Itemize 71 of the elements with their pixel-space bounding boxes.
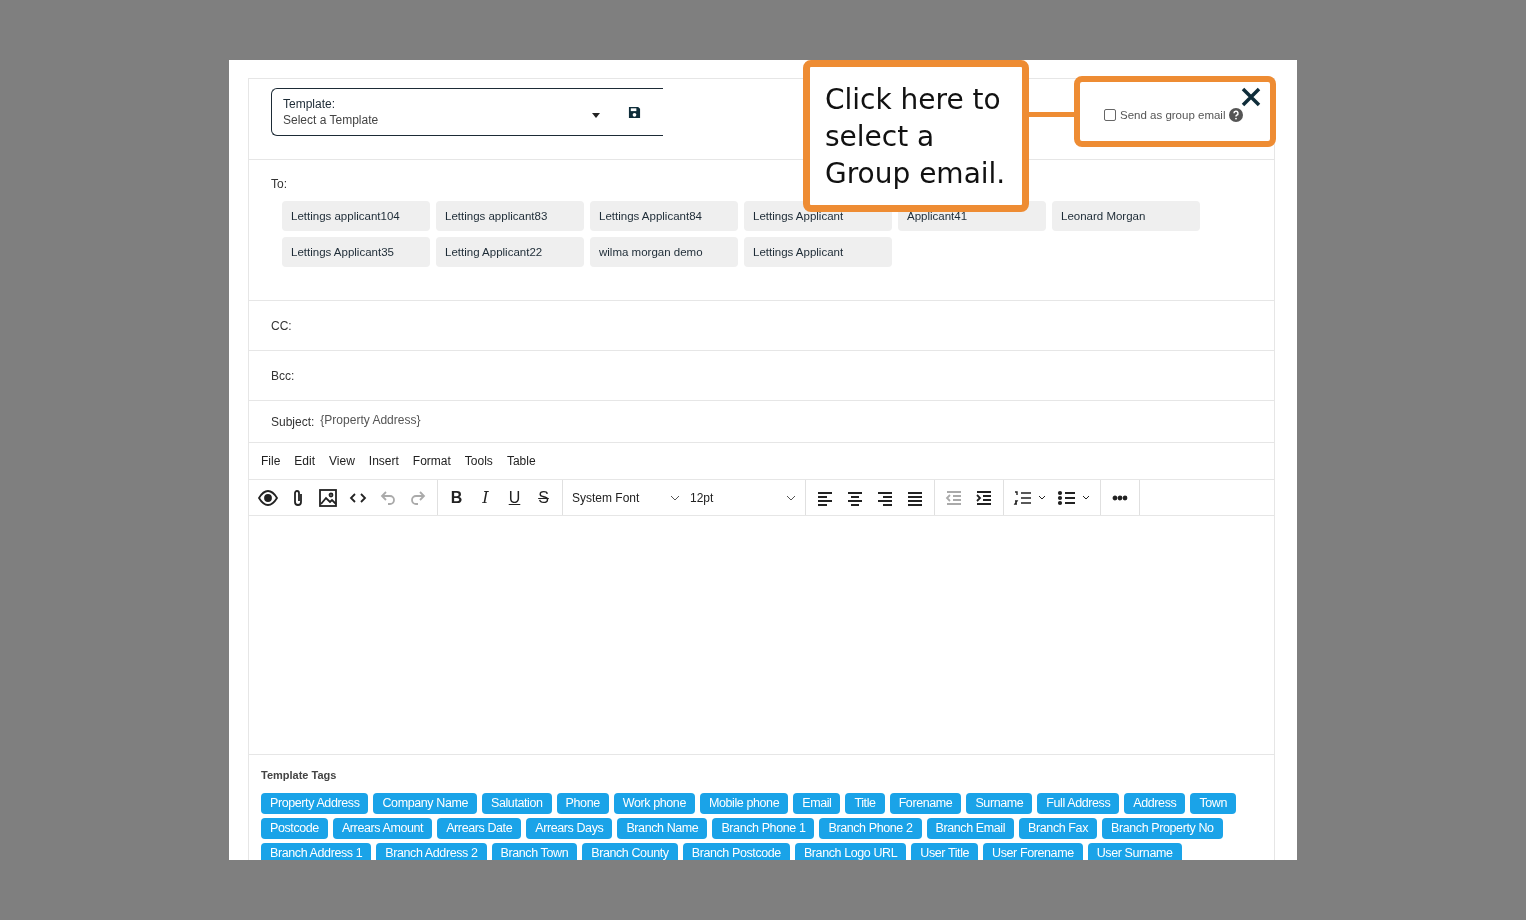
recipient-chip[interactable]: Letting Applicant22 (436, 237, 584, 267)
template-tag[interactable]: Phone (556, 793, 609, 814)
template-tag[interactable]: Address (1124, 793, 1186, 814)
template-tag[interactable]: User Title (911, 843, 979, 860)
recipient-chip[interactable]: Lettings Applicant35 (282, 237, 430, 267)
template-tag[interactable]: Branch Email (926, 818, 1015, 839)
template-tag[interactable]: User Forename (983, 843, 1083, 860)
template-tag[interactable]: Full Address (1037, 793, 1120, 814)
template-tag[interactable]: Town (1190, 793, 1236, 814)
template-tag[interactable]: Property Address (261, 793, 369, 814)
template-tag[interactable]: Work phone (613, 793, 695, 814)
template-tag[interactable]: Branch Postcode (682, 843, 790, 860)
callout-text: Click here to select a Group email. (825, 82, 1007, 192)
chevron-icon (786, 494, 796, 501)
template-tag[interactable]: Branch Address 1 (261, 843, 372, 860)
underline-button[interactable]: U (501, 488, 528, 507)
template-tag[interactable]: Title (845, 793, 885, 814)
bold-button[interactable]: B (443, 488, 470, 507)
template-tag[interactable]: Branch Logo URL (794, 843, 907, 860)
template-select[interactable]: Template: Select a Template (271, 88, 663, 136)
recipient-chip[interactable]: Leonard Morgan (1052, 201, 1200, 231)
group-email-label: Send as group email (1120, 109, 1226, 121)
template-tag[interactable]: Branch Town (491, 843, 578, 860)
recipient-chip[interactable]: wilma morgan demo (590, 237, 738, 267)
recipient-chip[interactable]: Lettings Applicant84 (590, 201, 738, 231)
menu-item[interactable]: Edit (288, 451, 322, 471)
template-tag[interactable]: Forename (889, 793, 962, 814)
save-icon[interactable] (628, 105, 641, 119)
template-tag[interactable]: Branch Phone 1 (712, 818, 815, 839)
template-label: Template: (283, 97, 337, 111)
size-select[interactable]: 12pt (686, 482, 800, 513)
menu-item[interactable]: File (255, 451, 287, 471)
strike-button[interactable]: S (530, 488, 557, 507)
template-tag[interactable]: Salutation (482, 793, 552, 814)
cc-label: CC: (271, 318, 292, 333)
template-tag[interactable]: Mobile phone (699, 793, 789, 814)
menu-item[interactable]: Table (500, 451, 542, 471)
to-label: To: (271, 177, 287, 191)
tags-heading: Template Tags (261, 769, 337, 781)
recipient-chip[interactable]: Lettings applicant104 (282, 201, 430, 231)
help-icon[interactable] (1229, 108, 1244, 122)
bcc-label: Bcc: (271, 368, 295, 383)
chevron-icon (670, 494, 680, 501)
template-tag[interactable]: Postcode (261, 818, 328, 839)
template-placeholder: Select a Template (283, 113, 380, 127)
template-tag[interactable]: Branch Phone 2 (819, 818, 922, 839)
template-tag[interactable]: Branch Name (617, 818, 708, 839)
template-tag[interactable]: Company Name (373, 793, 477, 814)
subject-field[interactable]: {Property Address} (320, 412, 421, 427)
template-tag[interactable]: Arrears Amount (332, 818, 433, 839)
menu-item[interactable]: Format (406, 451, 457, 471)
template-tag[interactable]: Branch Fax (1019, 818, 1097, 839)
template-tag[interactable]: Surname (966, 793, 1033, 814)
template-tag[interactable]: Branch Property No (1102, 818, 1223, 839)
template-tag[interactable]: Branch Address 2 (376, 843, 487, 860)
menu-item[interactable]: View (323, 451, 361, 471)
recipient-chip[interactable]: Lettings Applicant (744, 237, 892, 267)
close-icon[interactable] (1240, 86, 1262, 108)
caret-icon (592, 112, 600, 118)
italic-button[interactable]: I (472, 488, 499, 507)
menu-item[interactable]: Insert (362, 451, 405, 471)
template-tag[interactable]: Arrears Days (526, 818, 613, 839)
template-tag[interactable]: User Surname (1087, 843, 1182, 860)
font-select[interactable]: System Font (568, 482, 684, 513)
subject-label: Subject: (271, 414, 315, 429)
template-tag[interactable]: Branch County (582, 843, 678, 860)
recipient-chip[interactable]: Lettings applicant83 (436, 201, 584, 231)
group-email-checkbox[interactable] (1104, 109, 1116, 121)
template-tag[interactable]: Email (793, 793, 841, 814)
template-tag[interactable]: Arrears Date (437, 818, 522, 839)
menu-item[interactable]: Tools (458, 451, 499, 471)
